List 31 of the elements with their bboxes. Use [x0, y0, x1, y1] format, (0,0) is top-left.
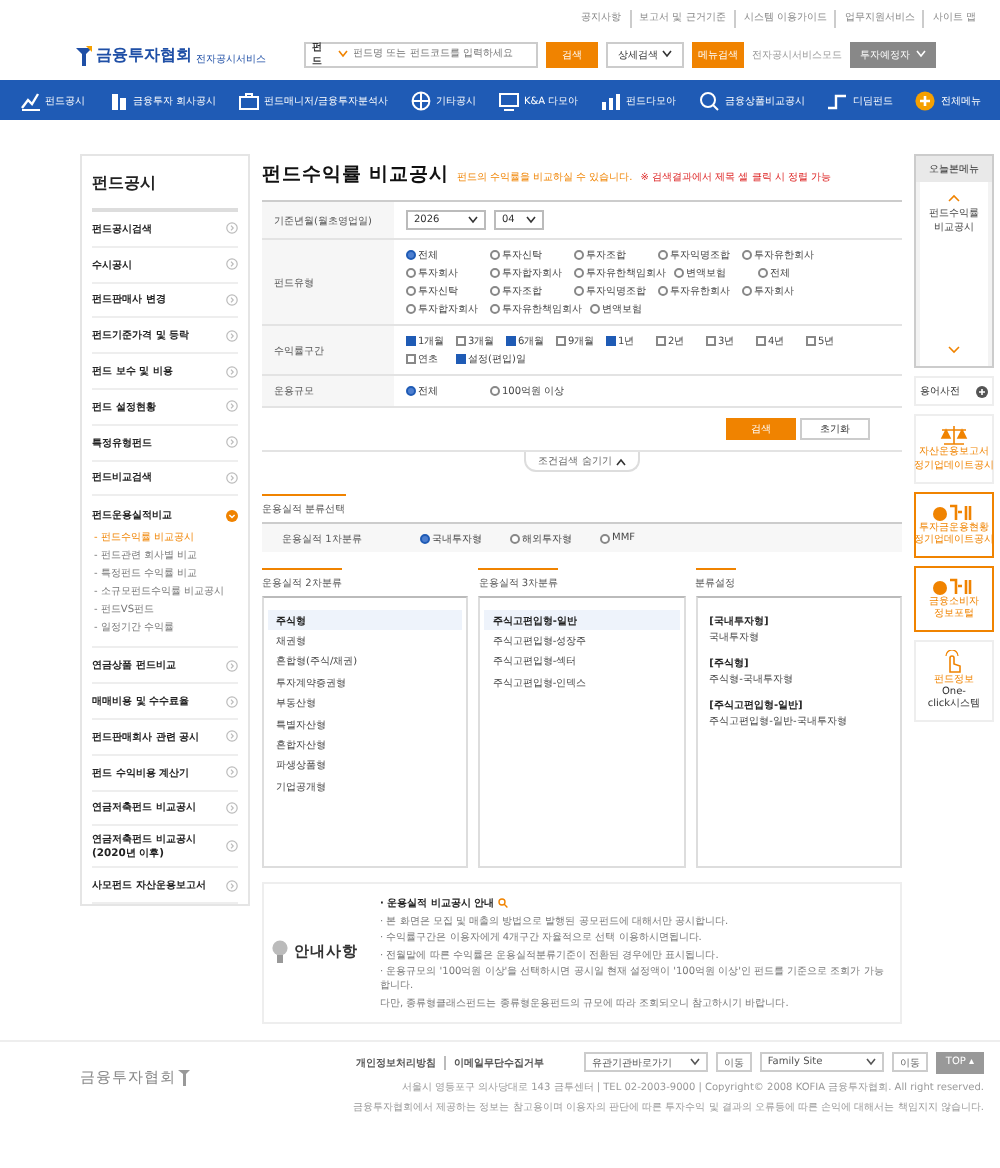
- sidebar-title: 펀드공시: [92, 156, 238, 212]
- scale-icon: [940, 424, 968, 446]
- logo-text: 금융투자협회: [96, 43, 192, 65]
- caret-down-icon: [337, 50, 348, 58]
- caret-down-icon: [865, 1058, 876, 1066]
- building-icon: [107, 89, 130, 111]
- caret-down-icon: [689, 1058, 700, 1066]
- fine-logo-icon: [932, 501, 976, 521]
- caret-down-icon: [468, 216, 478, 224]
- caret-down-icon[interactable]: [948, 346, 960, 354]
- chart-icon: [19, 89, 42, 111]
- step-line-icon: [826, 89, 849, 111]
- bar-chart-icon: [600, 89, 623, 111]
- globe-icon: [409, 89, 432, 111]
- fine-logo-icon: [932, 576, 976, 596]
- lightbulb-icon: [272, 939, 288, 966]
- plus-icon: [914, 89, 937, 111]
- caret-down-icon: [662, 50, 672, 58]
- caret-up-icon[interactable]: [948, 194, 960, 202]
- monitor-icon: [497, 89, 520, 111]
- magnifier-icon: [498, 898, 509, 908]
- caret-up-icon: [615, 457, 626, 465]
- logo-mark-icon: [178, 1067, 190, 1085]
- page-title: 펀드수익률 비교공시: [262, 162, 449, 188]
- logo-mark-icon: [76, 45, 92, 65]
- magnifier-icon: [698, 89, 721, 111]
- caret-down-icon: [526, 216, 536, 224]
- caret-down-icon: [916, 50, 926, 58]
- briefcase-icon: [238, 89, 261, 111]
- plus-icon: [976, 385, 988, 397]
- hand-icon: [942, 649, 966, 673]
